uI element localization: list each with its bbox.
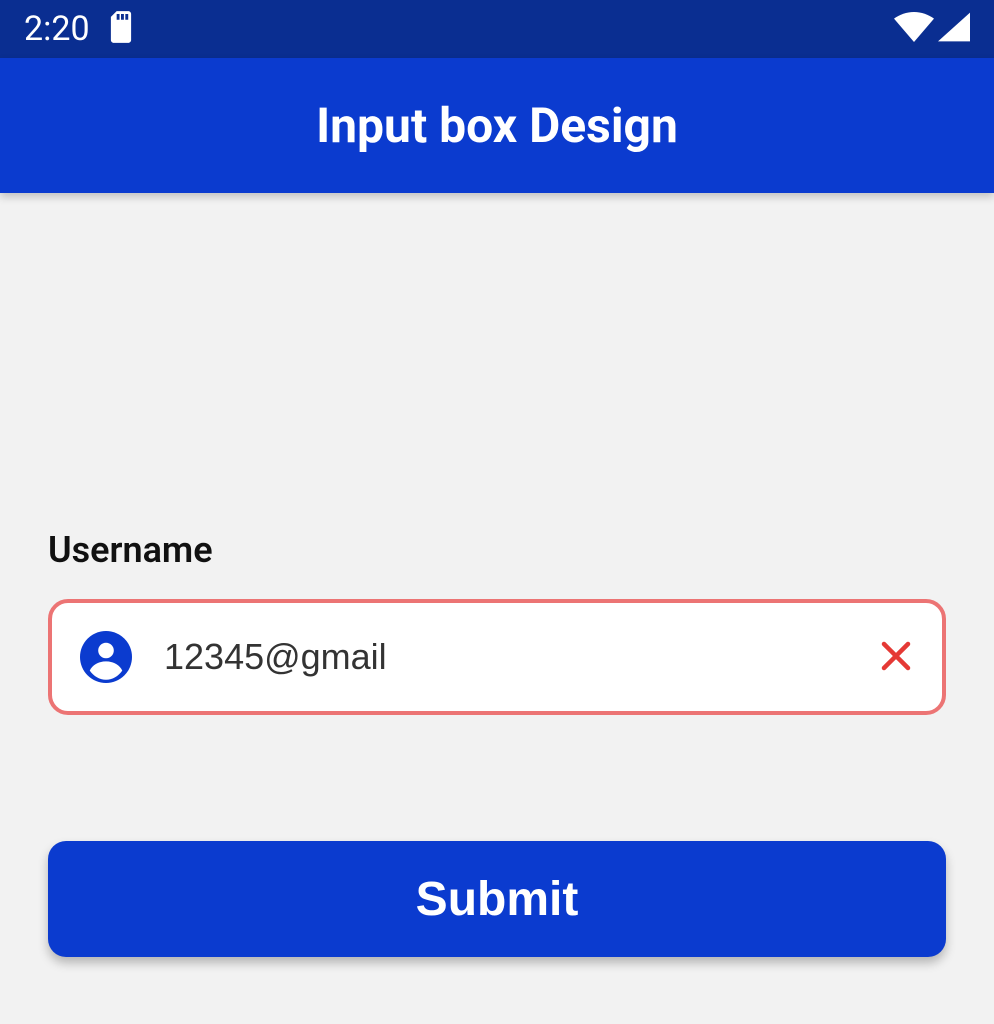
content: Username Submit	[0, 193, 994, 957]
username-field-section: Username Submit	[48, 529, 946, 957]
app-bar: Input box Design	[0, 58, 994, 193]
username-input-wrapper	[48, 599, 946, 715]
app-title: Input box Design	[316, 97, 678, 154]
status-right	[894, 12, 970, 46]
submit-button[interactable]: Submit	[48, 841, 946, 957]
sd-card-icon	[108, 11, 134, 47]
status-bar: 2:20	[0, 0, 994, 58]
status-time: 2:20	[24, 9, 90, 49]
cellular-signal-icon	[938, 12, 970, 46]
close-icon	[878, 638, 914, 677]
username-input[interactable]	[164, 636, 878, 678]
user-icon	[80, 631, 132, 683]
wifi-icon	[894, 12, 934, 46]
username-label: Username	[48, 529, 946, 571]
clear-button[interactable]	[878, 638, 914, 677]
status-left: 2:20	[24, 9, 134, 49]
